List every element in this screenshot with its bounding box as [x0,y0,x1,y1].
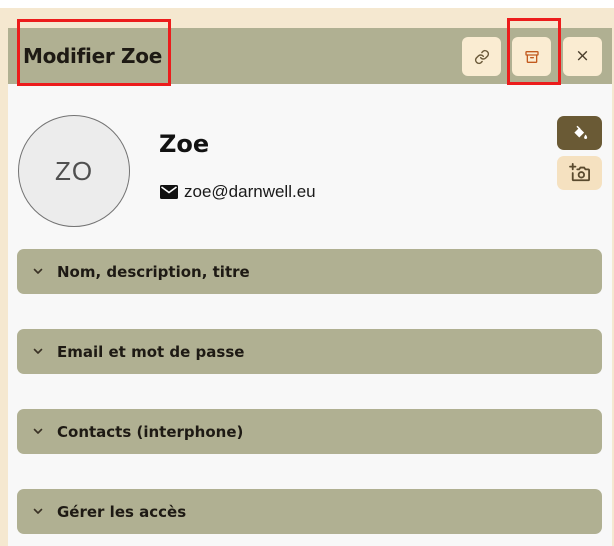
chevron-down-icon [33,348,43,354]
section-contacts-intercom[interactable]: Contacts (interphone) [17,409,602,454]
chevron-down-icon [33,268,43,274]
avatar-initials: ZO [54,155,94,186]
avatar: ZO [18,115,130,227]
user-name: Zoe [159,130,210,158]
link-icon [474,49,489,64]
section-label: Nom, description, titre [57,262,250,281]
chevron-down-icon [33,428,43,434]
archive-highlight-box [507,18,561,85]
section-manage-access[interactable]: Gérer les accès [17,489,602,534]
paint-bucket-icon [573,125,587,139]
section-label: Email et mot de passe [57,342,245,361]
section-label: Contacts (interphone) [57,422,244,441]
copy-link-button[interactable] [462,37,501,76]
mail-icon [160,185,178,199]
edit-user-dialog: Modifier Zoe × ZO Zoe zoe@darnwell.eu No… [8,28,612,546]
change-color-button[interactable] [557,116,602,150]
add-photo-icon [568,163,590,182]
add-photo-button[interactable] [557,156,602,190]
section-label: Gérer les accès [57,502,187,521]
section-name-description-title[interactable]: Nom, description, titre [17,249,602,294]
chevron-down-icon [33,508,43,514]
close-icon: × [575,46,590,66]
title-highlight-box [17,19,171,86]
user-email: zoe@darnwell.eu [184,182,316,201]
email-row: zoe@darnwell.eu [160,182,316,202]
section-email-password[interactable]: Email et mot de passe [17,329,602,374]
close-button[interactable]: × [563,37,602,76]
